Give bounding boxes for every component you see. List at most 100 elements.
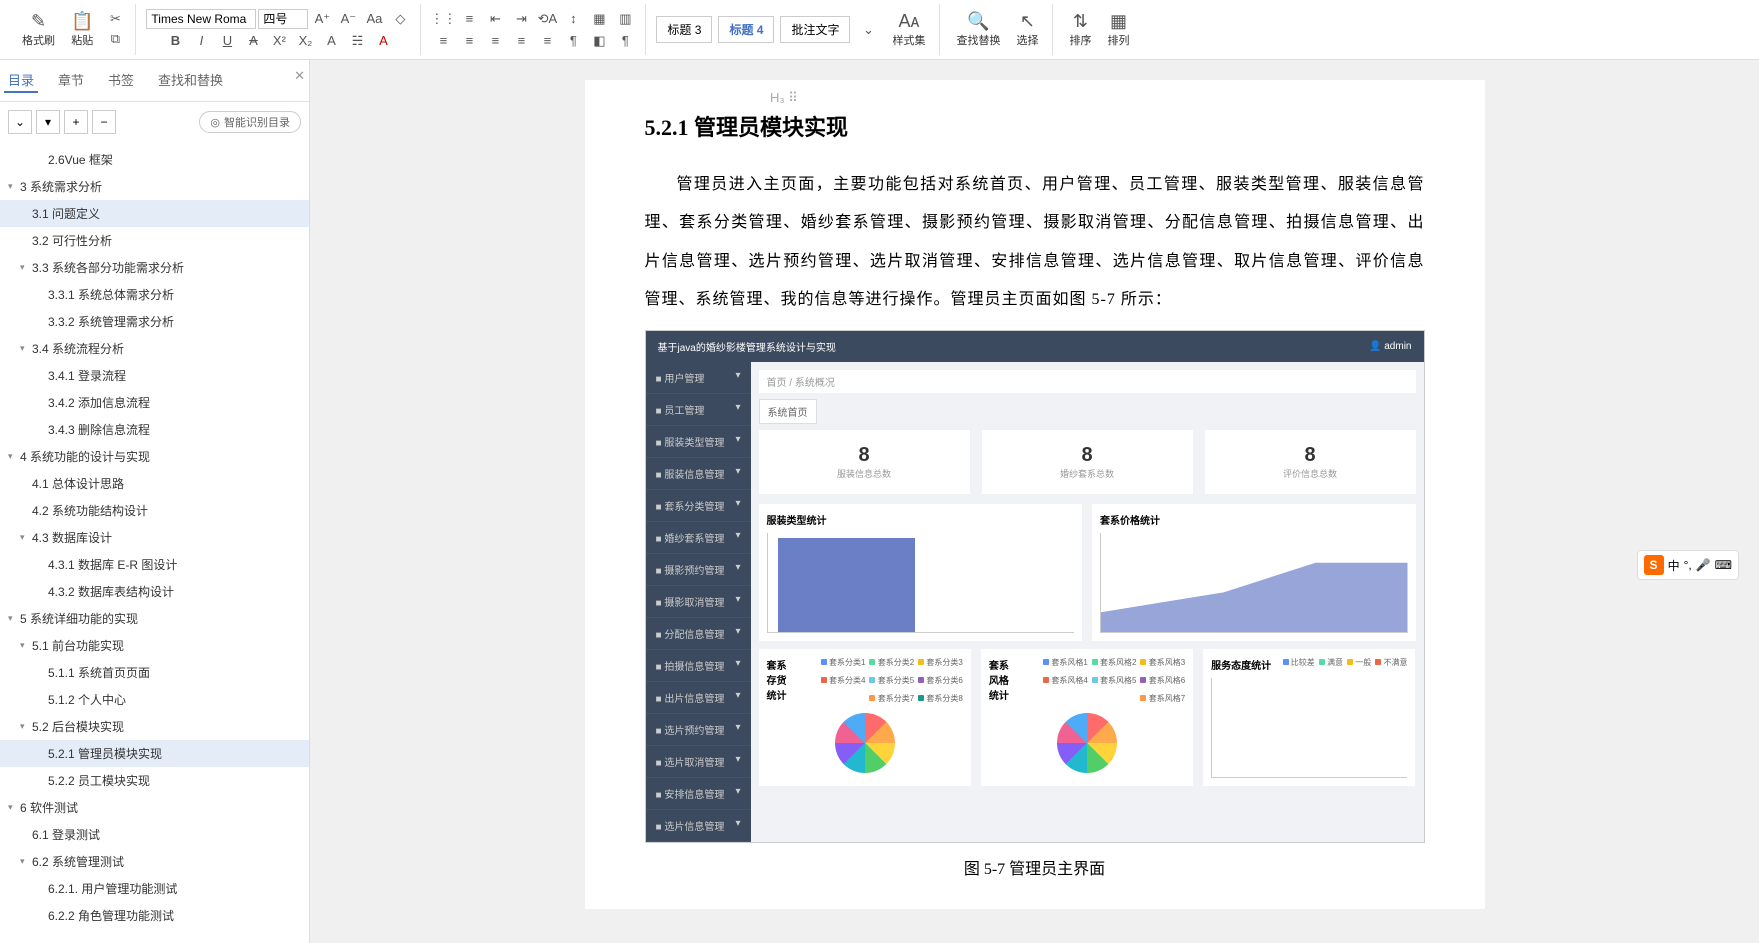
style-heading4[interactable]: 标题 4 [718,16,774,43]
outline-item[interactable]: 4.2 系统功能结构设计 [0,497,309,524]
align-justify-button[interactable]: ≡ [509,31,533,51]
sort-label: 排序 [1069,32,1091,48]
outline-item[interactable]: 6.2.2 角色管理功能测试 [0,902,309,929]
paragraph-text[interactable]: 管理员进入主页面，主要功能包括对系统首页、用户管理、员工管理、服装类型管理、服装… [645,166,1425,320]
outline-item[interactable]: ▾3 系统需求分析 [0,173,309,200]
cursor-icon: ↖ [1020,11,1035,32]
chart-stock: 套系存货统计 套系分类1 套系分类2 套系分类3 套系分类4 套系分类5 套系分… [759,649,971,786]
increase-indent-button[interactable]: ⇥ [509,9,533,29]
increase-font-button[interactable]: A⁺ [310,9,334,29]
ime-punct[interactable]: °, [1684,558,1692,572]
tab-chapter[interactable]: 章节 [54,68,88,93]
outline-item[interactable]: 3.4.2 添加信息流程 [0,389,309,416]
font-color-button[interactable]: A [371,31,395,51]
outline-item[interactable]: 3.3.1 系统总体需求分析 [0,281,309,308]
outline-item[interactable]: ▾3.4 系统流程分析 [0,335,309,362]
copy-button[interactable]: ⧉ [103,29,127,49]
outline-item[interactable]: 3.1 问题定义 [0,200,309,227]
outline-item[interactable]: 2.6Vue 框架 [0,146,309,173]
underline-button[interactable]: U [215,31,239,51]
highlight-button[interactable]: ☵ [345,31,369,51]
outline-item[interactable]: 3.4.3 删除信息流程 [0,416,309,443]
italic-button[interactable]: I [189,31,213,51]
strikethrough-button[interactable]: A [241,31,265,51]
paragraph-spacing-button[interactable]: ¶ [561,31,585,51]
embed-nav-item: ■ 拍摄信息管理▾ [646,650,751,682]
document-area[interactable]: H₃ ⠿ 5.2.1 管理员模块实现 管理员进入主页面，主要功能包括对系统首页、… [310,60,1759,943]
outline-item[interactable]: 6.2.1. 用户管理功能测试 [0,875,309,902]
align-right-button[interactable]: ≡ [483,31,507,51]
decrease-font-button[interactable]: A⁻ [336,9,360,29]
paste-button[interactable]: 📋 粘贴 [65,9,99,50]
text-direction-button[interactable]: ⟲A [535,9,559,29]
add-button[interactable]: + [64,110,88,134]
arrange-button[interactable]: ▦ 排列 [1101,9,1135,50]
superscript-button[interactable]: X² [267,31,291,51]
shading-button[interactable]: ▥ [613,9,637,29]
outline-item[interactable]: ▾4.3 数据库设计 [0,524,309,551]
outline-item[interactable]: 5.2.2 员工模块实现 [0,767,309,794]
chart-clothing-type: 服装类型统计 [759,504,1083,641]
numbered-list-button[interactable]: ≡ [457,9,481,29]
style-heading3[interactable]: 标题 3 [656,16,712,43]
outline-item[interactable]: 3.3.2 系统管理需求分析 [0,308,309,335]
figure-caption[interactable]: 图 5-7 管理员主界面 [645,855,1425,879]
heading-level-indicator[interactable]: H₃ ⠿ [770,90,798,106]
outline-item[interactable]: 3.4.1 登录流程 [0,362,309,389]
format-painter-button[interactable]: ✎ 格式刷 [16,9,61,50]
outline-item[interactable]: ▾6 软件测试 [0,794,309,821]
expand-button[interactable]: ▾ [36,110,60,134]
font-family-select[interactable] [146,9,256,29]
embed-nav-item: ■ 选片信息管理▾ [646,810,751,842]
dropdown-button[interactable]: ⌄ [8,110,32,134]
sidebar-close-button[interactable]: ✕ [294,68,305,93]
outline-item[interactable]: ▾5 系统详细功能的实现 [0,605,309,632]
ime-floating-bar[interactable]: S 中 °, 🎤 ⌨ [1637,550,1739,580]
align-left-button[interactable]: ≡ [431,31,455,51]
remove-button[interactable]: − [92,110,116,134]
bullet-list-button[interactable]: ⋮⋮ [431,9,455,29]
outline-item[interactable]: 6.1 登录测试 [0,821,309,848]
smart-outline-button[interactable]: ◎ 智能识别目录 [199,111,301,133]
tab-outline[interactable]: 目录 [4,68,38,93]
outline-item[interactable]: ▾6.2 系统管理测试 [0,848,309,875]
outline-item[interactable]: ▾3.3 系统各部分功能需求分析 [0,254,309,281]
sort-button[interactable]: ⇅ 排序 [1063,9,1097,50]
outline-item[interactable]: 5.2.1 管理员模块实现 [0,740,309,767]
tab-findreplace[interactable]: 查找和替换 [154,68,227,93]
outline-item[interactable]: 5.1.2 个人中心 [0,686,309,713]
section-title[interactable]: 5.2.1 管理员模块实现 [645,110,1425,142]
style-set-button[interactable]: Aᴀ 样式集 [886,9,931,50]
find-replace-button[interactable]: 🔍 查找替换 [950,9,1006,50]
subscript-button[interactable]: X₂ [293,31,317,51]
mic-icon[interactable]: 🎤 [1696,558,1711,572]
outline-item[interactable]: 5.1.1 系统首页页面 [0,659,309,686]
font-size-select[interactable] [258,9,308,29]
show-marks-button[interactable]: ¶ [613,31,637,51]
select-button[interactable]: ↖ 选择 [1010,9,1044,50]
outline-item[interactable]: ▾5.2 后台模块实现 [0,713,309,740]
styles-dropdown[interactable]: ⌄ [856,20,880,40]
outline-item[interactable]: 4.3.2 数据库表结构设计 [0,578,309,605]
cut-button[interactable]: ✂ [103,9,127,29]
outline-item[interactable]: ▾5.1 前台功能实现 [0,632,309,659]
outline-item[interactable]: 4.3.1 数据库 E-R 图设计 [0,551,309,578]
ime-lang[interactable]: 中 [1668,557,1680,574]
style-comment[interactable]: 批注文字 [780,16,850,43]
outline-item[interactable]: 3.2 可行性分析 [0,227,309,254]
outline-item[interactable]: 4.1 总体设计思路 [0,470,309,497]
tab-bookmark[interactable]: 书签 [104,68,138,93]
borders-button[interactable]: ▦ [587,9,611,29]
change-case-button[interactable]: Aa [362,9,386,29]
fill-color-button[interactable]: ◧ [587,31,611,51]
keyboard-icon[interactable]: ⌨ [1715,558,1732,572]
bold-button[interactable]: B [163,31,187,51]
decrease-indent-button[interactable]: ⇤ [483,9,507,29]
line-spacing-button[interactable]: ↕ [561,9,585,29]
text-effects-button[interactable]: A [319,31,343,51]
outline-item[interactable]: ▾4 系统功能的设计与实现 [0,443,309,470]
navigation-sidebar: 目录 章节 书签 查找和替换 ✕ ⌄ ▾ + − ◎ 智能识别目录 2.6Vue… [0,60,310,943]
distribute-button[interactable]: ≡ [535,31,559,51]
clear-format-button[interactable]: ◇ [388,9,412,29]
align-center-button[interactable]: ≡ [457,31,481,51]
